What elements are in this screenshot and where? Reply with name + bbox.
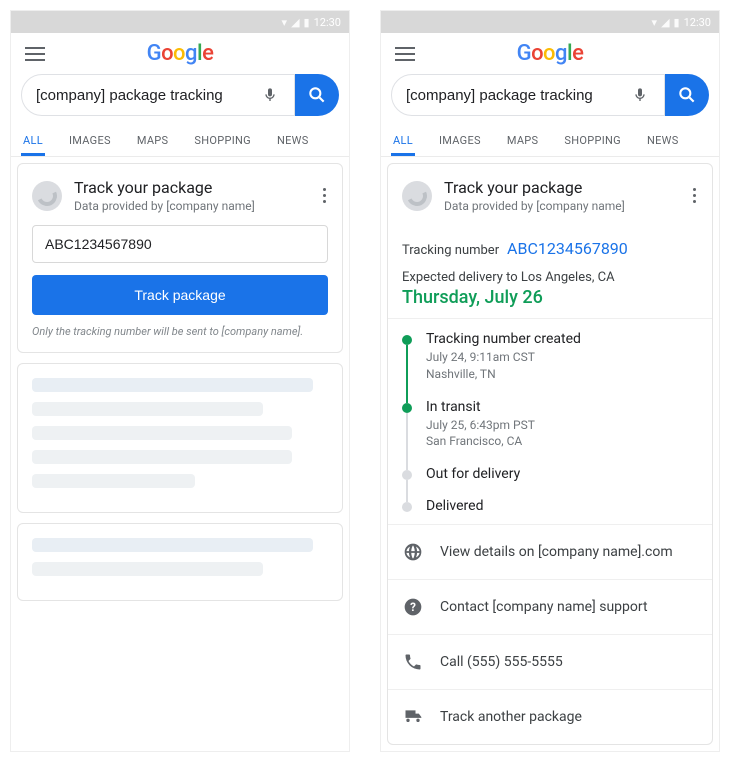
step-dot-icon — [402, 335, 412, 345]
tab-maps[interactable]: MAPS — [505, 124, 541, 156]
phone-icon — [402, 651, 424, 673]
search-input[interactable] — [36, 87, 256, 104]
action-phone[interactable]: Call (555) 555-5555 — [388, 634, 712, 689]
card-title: Track your package — [74, 178, 317, 197]
tracking-card: Track your package Data provided by [com… — [17, 163, 343, 353]
step-detail: July 25, 6:43pm PSTSan Francisco, CA — [426, 417, 535, 451]
status-bar: ▾ ◢ ▮ 12:30 — [381, 11, 719, 33]
step-dot-icon — [402, 502, 412, 512]
tab-news[interactable]: NEWS — [645, 124, 681, 156]
phone-result-state: ▾ ◢ ▮ 12:30 Google ALL IMAGES — [380, 10, 720, 752]
overflow-icon[interactable] — [317, 182, 332, 209]
search-button[interactable] — [295, 74, 339, 116]
timeline-step: In transit July 25, 6:43pm PSTSan Francis… — [402, 399, 698, 467]
action-label: Contact [company name] support — [440, 599, 648, 615]
menu-icon[interactable] — [21, 43, 49, 65]
phone-input-state: ▾ ◢ ▮ 12:30 Google ALL IMAGES — [10, 10, 350, 752]
svg-text:?: ? — [410, 600, 416, 614]
globe-icon — [402, 541, 424, 563]
tracking-number-label: Tracking number — [402, 243, 499, 258]
tracking-number-input[interactable] — [32, 225, 328, 263]
step-dot-icon — [402, 470, 412, 480]
placeholder-result — [17, 363, 343, 513]
card-subtitle: Data provided by [company name] — [74, 199, 317, 213]
provider-avatar — [402, 181, 432, 211]
expected-delivery-date: Thursday, July 26 — [402, 287, 698, 308]
action-help[interactable]: ? Contact [company name] support — [388, 579, 712, 634]
search-tabs: ALL IMAGES MAPS SHOPPING NEWS — [381, 124, 719, 157]
tracking-timeline: Tracking number created July 24, 9:11am C… — [388, 319, 712, 525]
action-globe[interactable]: View details on [company name].com — [388, 525, 712, 579]
truck-icon — [402, 706, 424, 728]
tab-images[interactable]: IMAGES — [67, 124, 113, 156]
privacy-note: Only the tracking number will be sent to… — [32, 325, 328, 338]
help-icon: ? — [402, 596, 424, 618]
tab-all[interactable]: ALL — [391, 124, 415, 156]
action-truck[interactable]: Track another package — [388, 689, 712, 744]
timeline-step: Tracking number created July 24, 9:11am C… — [402, 331, 698, 399]
search-input[interactable] — [406, 87, 626, 104]
tab-all[interactable]: ALL — [21, 124, 45, 156]
expected-delivery-label: Expected delivery to Los Angeles, CA — [402, 270, 698, 285]
battery-icon: ▮ — [304, 16, 310, 29]
step-title: Tracking number created — [426, 331, 581, 347]
tab-shopping[interactable]: SHOPPING — [192, 124, 253, 156]
status-time: 12:30 — [684, 16, 711, 29]
timeline-step: Delivered — [402, 498, 698, 518]
signal-icon: ◢ — [661, 16, 669, 29]
search-tabs: ALL IMAGES MAPS SHOPPING NEWS — [11, 124, 349, 157]
search-button[interactable] — [665, 74, 709, 116]
card-subtitle: Data provided by [company name] — [444, 199, 687, 213]
provider-avatar — [32, 181, 62, 211]
track-package-button[interactable]: Track package — [32, 275, 328, 315]
tab-news[interactable]: NEWS — [275, 124, 311, 156]
status-bar: ▾ ◢ ▮ 12:30 — [11, 11, 349, 33]
placeholder-result — [17, 523, 343, 601]
action-label: Call (555) 555-5555 — [440, 654, 563, 670]
card-title: Track your package — [444, 178, 687, 197]
mic-icon[interactable] — [626, 85, 654, 105]
menu-icon[interactable] — [391, 43, 419, 65]
battery-icon: ▮ — [674, 16, 680, 29]
mic-icon[interactable] — [256, 85, 284, 105]
wifi-icon: ▾ — [282, 16, 288, 29]
step-title: In transit — [426, 399, 535, 415]
google-logo: Google — [49, 41, 311, 66]
step-title: Delivered — [426, 498, 483, 514]
tracking-number-value[interactable]: ABC1234567890 — [507, 239, 628, 258]
search-box[interactable] — [391, 74, 665, 116]
google-logo: Google — [419, 41, 681, 66]
action-label: View details on [company name].com — [440, 544, 673, 560]
signal-icon: ◢ — [291, 16, 299, 29]
wifi-icon: ▾ — [652, 16, 658, 29]
step-title: Out for delivery — [426, 466, 520, 482]
overflow-icon[interactable] — [687, 182, 702, 209]
step-dot-icon — [402, 403, 412, 413]
status-time: 12:30 — [314, 16, 341, 29]
tab-images[interactable]: IMAGES — [437, 124, 483, 156]
tab-maps[interactable]: MAPS — [135, 124, 171, 156]
search-box[interactable] — [21, 74, 295, 116]
timeline-step: Out for delivery — [402, 466, 698, 498]
tracking-result-card: Track your package Data provided by [com… — [387, 163, 713, 745]
step-detail: July 24, 9:11am CSTNashville, TN — [426, 349, 581, 383]
tab-shopping[interactable]: SHOPPING — [562, 124, 623, 156]
